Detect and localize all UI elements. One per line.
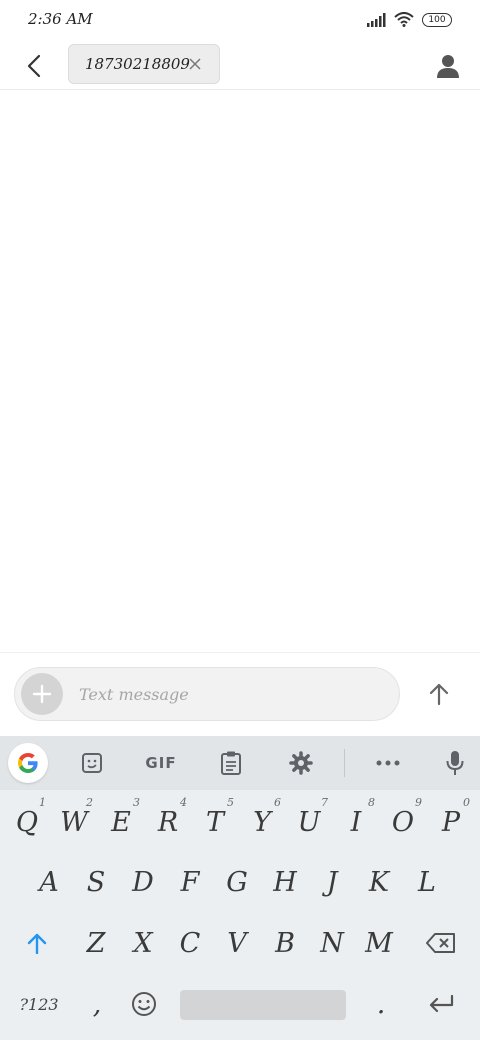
key-e[interactable]: E3: [98, 794, 144, 850]
key-l[interactable]: L: [404, 854, 450, 910]
key-hint: 7: [321, 796, 328, 809]
key-label: O: [391, 806, 415, 838]
compose-field[interactable]: Text message: [14, 667, 400, 721]
person-icon: [437, 55, 459, 78]
key-hint: 9: [415, 796, 422, 809]
status-time: 2:36 AM: [28, 10, 93, 28]
key-v[interactable]: V: [214, 915, 260, 971]
key-q[interactable]: Q1: [4, 794, 50, 850]
shift-icon: [27, 933, 47, 954]
contact-button[interactable]: [430, 48, 466, 84]
compose-bar: Text message: [0, 652, 480, 736]
key-hint: 8: [368, 796, 375, 809]
key-h[interactable]: H: [262, 854, 308, 910]
key-n[interactable]: N: [309, 915, 355, 971]
clipboard-button[interactable]: [213, 745, 249, 781]
key-hint: 2: [86, 796, 93, 809]
key-label: Q: [15, 806, 39, 838]
key-label: U: [297, 806, 321, 838]
space-bar[interactable]: [180, 990, 346, 1020]
key-b[interactable]: B: [262, 915, 308, 971]
key-t[interactable]: T5: [192, 794, 238, 850]
key-hint: 3: [133, 796, 140, 809]
emoji-icon: [132, 992, 156, 1016]
back-arrow-icon: [27, 54, 41, 78]
key-y[interactable]: Y6: [239, 794, 285, 850]
shift-key[interactable]: [14, 915, 60, 971]
key-label: R: [157, 806, 179, 838]
enter-key[interactable]: [418, 976, 464, 1032]
recipient-chip[interactable]: 18730218809: [68, 44, 220, 84]
sticker-icon: [82, 753, 102, 773]
key-j[interactable]: J: [309, 854, 355, 910]
plus-icon: [32, 684, 52, 704]
clipboard-icon: [221, 751, 241, 775]
emoji-key[interactable]: [121, 976, 167, 1032]
key-g[interactable]: G: [214, 854, 260, 910]
key-label: W: [60, 806, 88, 838]
signal-icon: [367, 12, 386, 27]
key-label: Y: [253, 806, 271, 838]
status-icons: 100: [366, 12, 452, 27]
key-label: T: [205, 806, 224, 838]
key-k[interactable]: K: [356, 854, 402, 910]
wifi-icon: [394, 12, 414, 27]
recipient-number: 18730218809: [85, 55, 190, 73]
message-input[interactable]: Text message: [79, 685, 189, 704]
key-s[interactable]: S: [73, 854, 119, 910]
keyboard: G I F Q 1 W 2 E 3 R 4 T 5 Y 6 U 7 I 8 O 9 …: [0, 736, 480, 1040]
settings-button[interactable]: [283, 745, 319, 781]
comma-key[interactable]: ,: [74, 976, 120, 1032]
key-hint: 4: [180, 796, 187, 809]
key-u[interactable]: U7: [286, 794, 332, 850]
backspace-icon: [426, 933, 455, 953]
key-i[interactable]: I8: [333, 794, 379, 850]
google-button[interactable]: [8, 743, 48, 783]
keyboard-toolbar: GIF: [0, 736, 480, 790]
backspace-key[interactable]: [418, 915, 464, 971]
key-m[interactable]: M: [356, 915, 402, 971]
key-c[interactable]: C: [167, 915, 213, 971]
more-button[interactable]: [370, 745, 406, 781]
battery-icon: 100: [422, 12, 452, 27]
close-icon: [189, 58, 201, 70]
key-d[interactable]: D: [120, 854, 166, 910]
mic-icon: [446, 751, 464, 775]
key-hint: 5: [227, 796, 234, 809]
conversation-header: 18730218809: [0, 42, 480, 90]
symbols-key[interactable]: ?123: [14, 976, 64, 1032]
back-button[interactable]: [16, 48, 52, 84]
key-label: I: [350, 806, 362, 838]
key-x[interactable]: X: [120, 915, 166, 971]
attach-button[interactable]: [21, 673, 63, 715]
gear-icon: [289, 751, 313, 775]
voice-input-button[interactable]: [437, 745, 473, 781]
key-label: E: [111, 806, 131, 838]
toolbar-divider: [344, 749, 345, 777]
gif-label: GIF: [145, 754, 177, 772]
sticker-button[interactable]: [74, 745, 110, 781]
key-r[interactable]: R4: [145, 794, 191, 850]
key-f[interactable]: F: [167, 854, 213, 910]
battery-level: 100: [428, 14, 446, 25]
status-bar: 2:36 AM 100: [0, 0, 480, 42]
send-button[interactable]: [420, 675, 458, 713]
message-list[interactable]: [0, 91, 480, 652]
key-label: P: [441, 806, 461, 838]
remove-recipient-button[interactable]: [183, 52, 207, 76]
gif-button[interactable]: GIF: [140, 745, 182, 781]
key-p[interactable]: P0: [428, 794, 474, 850]
key-z[interactable]: Z: [73, 915, 119, 971]
key-o[interactable]: O9: [380, 794, 426, 850]
arrow-up-icon: [429, 683, 449, 705]
key-hint: 1: [39, 796, 46, 809]
key-hint: 6: [274, 796, 281, 809]
key-hint: 0: [463, 796, 470, 809]
enter-icon: [429, 995, 454, 1013]
period-key[interactable]: .: [358, 976, 404, 1032]
key-a[interactable]: A: [26, 854, 72, 910]
google-icon: [18, 753, 38, 773]
more-icon: [376, 760, 400, 766]
key-w[interactable]: W2: [51, 794, 97, 850]
